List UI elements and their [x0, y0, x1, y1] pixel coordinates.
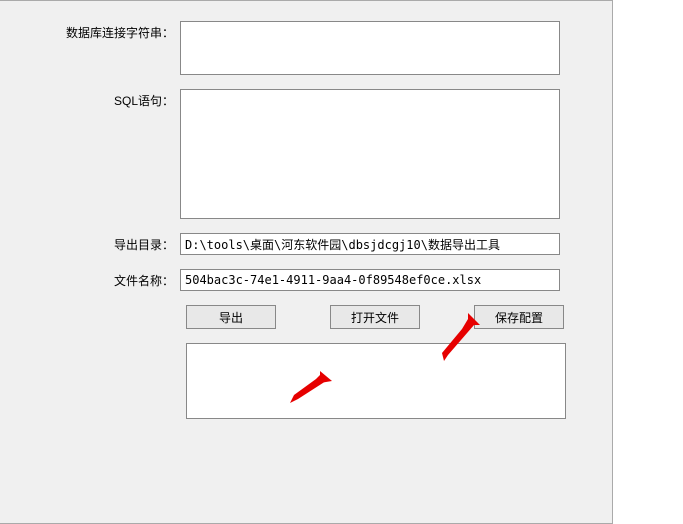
export-button[interactable]: 导出: [186, 305, 276, 329]
input-sql[interactable]: [180, 89, 560, 219]
label-sql: SQL语句：: [10, 89, 180, 109]
row-db-conn: 数据库连接字符串：: [10, 21, 582, 75]
input-file-name[interactable]: [180, 269, 560, 291]
input-db-conn[interactable]: [180, 21, 560, 75]
label-export-dir: 导出目录：: [10, 236, 180, 253]
label-file-name: 文件名称：: [10, 272, 180, 289]
form-panel: 数据库连接字符串： SQL语句： 导出目录： 文件名称： 导出 打开文件 保存配…: [0, 0, 613, 524]
row-sql: SQL语句：: [10, 89, 582, 219]
label-db-conn: 数据库连接字符串：: [10, 21, 180, 41]
row-export-dir: 导出目录：: [10, 233, 582, 255]
save-config-button[interactable]: 保存配置: [474, 305, 564, 329]
open-file-button[interactable]: 打开文件: [330, 305, 420, 329]
row-file-name: 文件名称：: [10, 269, 582, 291]
input-export-dir[interactable]: [180, 233, 560, 255]
button-row: 导出 打开文件 保存配置: [186, 305, 582, 329]
log-output[interactable]: [186, 343, 566, 419]
